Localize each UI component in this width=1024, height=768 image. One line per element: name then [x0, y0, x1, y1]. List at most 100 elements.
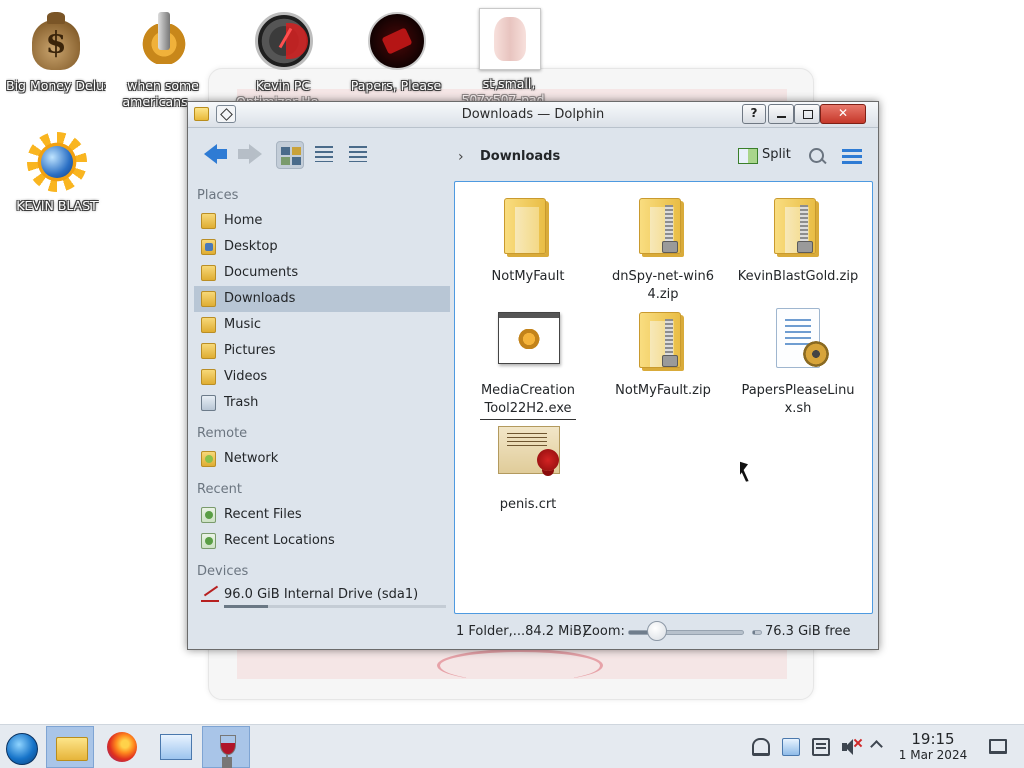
clock-date[interactable]: 1 Mar 2024: [894, 748, 972, 762]
network-icon: [201, 451, 216, 467]
sidebar-item-trash[interactable]: Trash: [194, 390, 450, 416]
compact-view-button[interactable]: [344, 141, 372, 169]
start-menu-button[interactable]: [0, 726, 48, 768]
breadcrumb-downloads[interactable]: Downloads: [480, 149, 560, 164]
sidebar-item-music[interactable]: Music: [194, 312, 450, 338]
status-bar: 1 Folder,...84.2 MiB) Zoom: 76.3 GiB fre…: [188, 617, 878, 647]
desktop-icon-kevin-blast[interactable]: KEVIN BLAST: [7, 130, 107, 214]
sidebar-item-internal-drive[interactable]: 96.0 GiB Internal Drive (sda1): [194, 582, 450, 612]
file-item-notmyfault-zip[interactable]: NotMyFault.zip: [598, 306, 728, 400]
taskbar-remote-desktop-button[interactable]: [150, 726, 198, 768]
trash-icon: [201, 395, 216, 411]
file-item-dnspy-zip[interactable]: dnSpy-net-win64.zip: [598, 192, 728, 304]
free-space-bar: [752, 630, 762, 635]
devices-header: Devices: [197, 564, 249, 579]
split-view-icon: [738, 148, 758, 164]
notifications-icon[interactable]: [752, 738, 770, 756]
file-name: NotMyFault: [491, 269, 565, 284]
hamburger-menu-icon[interactable]: [842, 149, 862, 165]
places-header: Places: [197, 188, 239, 203]
sidebar-item-label: Recent Files: [224, 507, 302, 522]
notes-icon[interactable]: [812, 738, 830, 756]
file-name: dnSpy-net-win64.zip: [612, 269, 714, 302]
breadcrumb-chevron-icon[interactable]: ›: [458, 149, 464, 165]
sidebar-item-videos[interactable]: Videos: [194, 364, 450, 390]
sidebar-item-label: Trash: [224, 395, 259, 410]
file-view[interactable]: NotMyFault dnSpy-net-win64.zip KevinBlas…: [454, 181, 873, 614]
sidebar-item-label: Documents: [224, 265, 299, 280]
status-summary: 1 Folder,...84.2 MiB): [456, 624, 588, 639]
folder-icon: [504, 198, 546, 254]
desktop-icon-label: when some: [127, 78, 199, 93]
downloads-folder-icon: [201, 291, 216, 307]
file-name: KevinBlastGold.zip: [737, 269, 859, 284]
split-button[interactable]: Split: [736, 147, 791, 167]
desktop-icon-when-some-americans[interactable]: when some americans ...: [113, 10, 213, 110]
executable-icon: [498, 312, 560, 364]
drive-usage-bar: [224, 605, 446, 608]
clipboard-icon[interactable]: [782, 738, 800, 756]
file-name: PapersPleaseLinux.sh: [741, 383, 855, 416]
sidebar-item-documents[interactable]: Documents: [194, 260, 450, 286]
help-button[interactable]: ?: [742, 104, 766, 124]
kevin-blast-icon: [27, 132, 87, 192]
sidebar-item-label: Desktop: [224, 239, 278, 254]
clock-time[interactable]: 19:15: [898, 730, 968, 748]
sidebar-item-label: Pictures: [224, 343, 276, 358]
image-thumbnail-icon: [479, 8, 541, 70]
sidebar-item-home[interactable]: Home: [194, 208, 450, 234]
papers-please-icon: [368, 12, 426, 70]
taskbar: 19:15 1 Mar 2024: [0, 724, 1024, 768]
remote-header: Remote: [197, 426, 248, 441]
desktop-icon-big-money-deluxe[interactable]: Big Money Deluxe: [6, 10, 106, 94]
sidebar-item-label: Recent Locations: [224, 533, 335, 548]
back-arrow-icon[interactable]: [204, 141, 230, 167]
file-item-papersplease-sh[interactable]: PapersPleaseLinux.sh: [733, 306, 863, 418]
desktop-icon-papers-please[interactable]: Papers, Please: [346, 10, 446, 94]
sidebar-item-pictures[interactable]: Pictures: [194, 338, 450, 364]
details-view-button[interactable]: [310, 141, 338, 169]
mouse-pointer-icon: [740, 461, 748, 478]
title-bar[interactable]: Downloads — Dolphin ? ✕: [188, 102, 878, 128]
recent-header: Recent: [197, 482, 242, 497]
sidebar-item-label: Downloads: [224, 291, 296, 306]
icons-view-button[interactable]: [276, 141, 304, 169]
desktop-icon-image-file[interactable]: st,small, 507x507-pad...: [459, 8, 559, 108]
file-item-mediacreationtool-exe[interactable]: MediaCreationTool22H2.exe: [463, 306, 593, 420]
file-item-certificate[interactable]: penis.crt: [463, 420, 593, 514]
close-button[interactable]: ✕: [820, 104, 866, 124]
music-folder-icon: [201, 317, 216, 333]
search-icon[interactable]: [808, 147, 828, 167]
taskbar-wine-button[interactable]: [202, 726, 250, 768]
sidebar-item-label: Home: [224, 213, 263, 228]
sidebar-item-network[interactable]: Network: [194, 446, 450, 472]
taskbar-dolphin-button[interactable]: [46, 726, 94, 768]
forward-arrow-icon[interactable]: [236, 141, 262, 167]
taskbar-firefox-button[interactable]: [98, 726, 146, 768]
desktop-icon-kevin-pc-optimizer[interactable]: Kevin PC Optimizer Ho...: [233, 10, 333, 110]
file-item-notmyfault-folder[interactable]: NotMyFault: [463, 192, 593, 286]
sidebar-item-recent-files[interactable]: Recent Files: [194, 502, 450, 528]
gear-icon: [135, 12, 193, 64]
zip-archive-icon: [639, 198, 681, 254]
toolbar: › Downloads Split: [188, 129, 878, 181]
zip-archive-icon: [774, 198, 816, 254]
sidebar-item-recent-locations[interactable]: Recent Locations: [194, 528, 450, 554]
maximize-button[interactable]: [794, 104, 820, 124]
show-hidden-icons-icon[interactable]: [870, 740, 883, 753]
show-desktop-icon[interactable]: [989, 739, 1007, 754]
minimize-button[interactable]: [768, 104, 794, 124]
zoom-slider-handle[interactable]: [647, 621, 667, 641]
file-name: penis.crt: [499, 497, 557, 512]
sidebar-item-downloads[interactable]: Downloads: [194, 286, 450, 312]
sidebar-item-label: Videos: [224, 369, 268, 384]
sidebar-item-desktop[interactable]: Desktop: [194, 234, 450, 260]
certificate-icon: [498, 426, 560, 474]
desktop-icon-label: Papers, Please: [350, 78, 442, 93]
zoom-slider[interactable]: [628, 630, 744, 635]
desktop-icon-label: KEVIN BLAST: [16, 198, 98, 213]
desktop-icon-label: Big Money Deluxe: [6, 78, 106, 93]
gauge-icon: [255, 12, 313, 70]
sidebar-item-label: Music: [224, 317, 261, 332]
file-item-kevinblastgold-zip[interactable]: KevinBlastGold.zip: [733, 192, 863, 286]
